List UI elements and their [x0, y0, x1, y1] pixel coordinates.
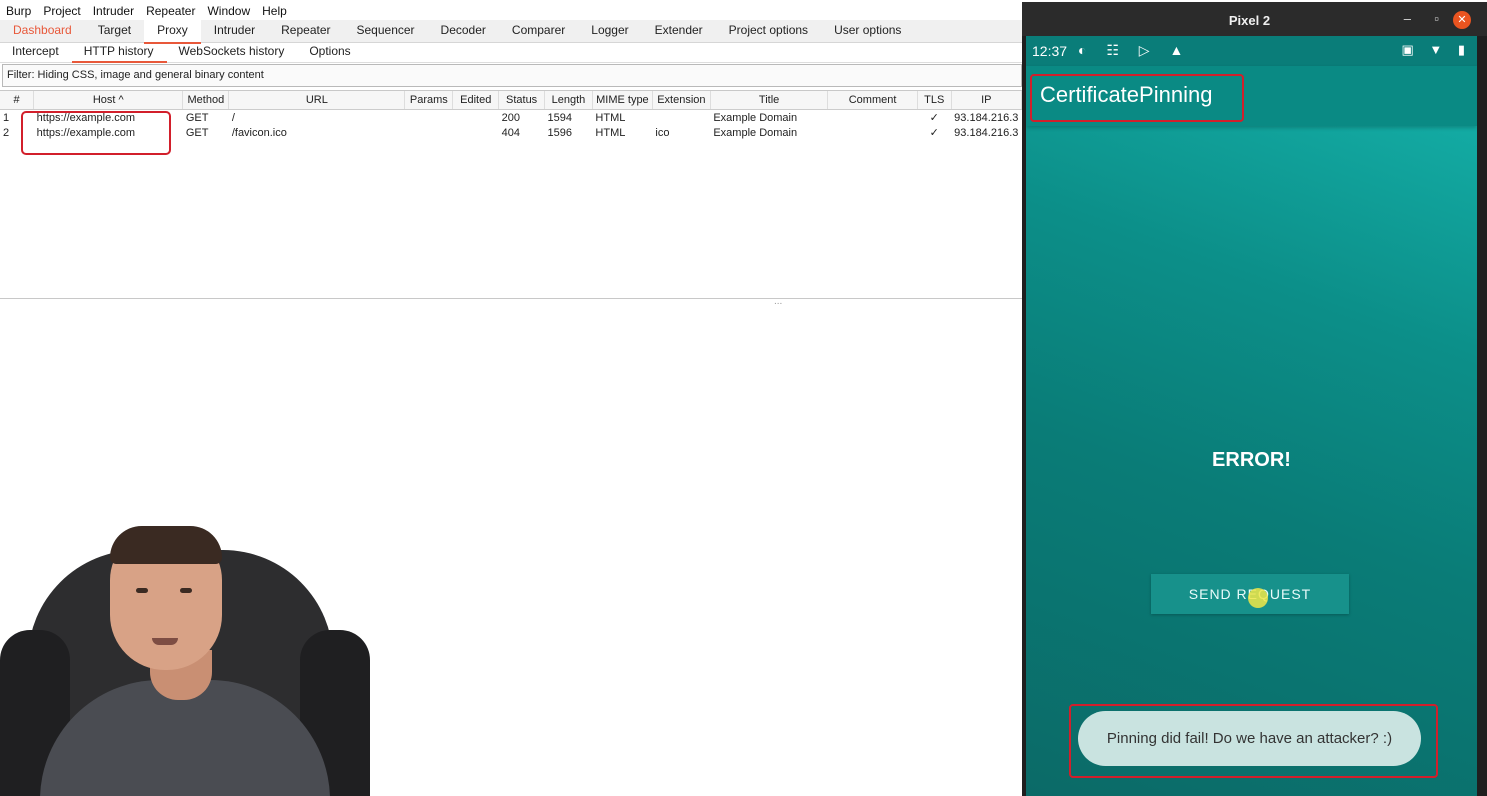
cell-url: /	[231, 111, 235, 124]
cell-title: Example Domain	[713, 126, 798, 139]
tab-proxy[interactable]: Proxy	[144, 20, 201, 44]
col-header-tls[interactable]: TLS	[917, 91, 952, 110]
proxy-sub-tab-bar: Intercept HTTP history WebSockets histor…	[0, 42, 1022, 63]
subtab-options[interactable]: Options	[297, 42, 363, 61]
cell-length: 1594	[547, 111, 573, 124]
cell-method: GET	[185, 111, 209, 124]
col-header-extension[interactable]: Extension	[652, 91, 711, 110]
tab-intruder[interactable]: Intruder	[201, 20, 268, 42]
menu-burp[interactable]: Burp	[0, 2, 37, 20]
cell-comment	[828, 110, 917, 126]
col-header-url[interactable]: URL	[228, 91, 406, 110]
tab-project-options[interactable]: Project options	[716, 20, 821, 42]
presenter-eye-right	[180, 588, 192, 593]
menu-help[interactable]: Help	[256, 2, 293, 20]
emulator-title-bar: Pixel 2 – ▫ ✕	[1022, 2, 1487, 36]
close-icon[interactable]: ✕	[1453, 11, 1471, 29]
filter-bar[interactable]: Filter: Hiding CSS, image and general bi…	[2, 64, 1022, 87]
tab-user-options[interactable]: User options	[821, 20, 914, 42]
cell-ip: 93.184.216.3	[954, 126, 1019, 139]
cell-ip: 93.184.216.3	[954, 111, 1019, 124]
presenter-eye-left	[136, 588, 148, 593]
cell-params	[405, 110, 453, 126]
main-tab-bar: Dashboard Target Proxy Intruder Repeater…	[0, 20, 1022, 44]
error-message: ERROR!	[1212, 449, 1291, 471]
mouse-cursor-highlight	[1248, 588, 1268, 608]
col-header-title[interactable]: Title	[710, 91, 829, 110]
cell-params	[405, 125, 453, 140]
minimize-icon[interactable]: –	[1404, 11, 1411, 26]
menu-bar: Burp Project Intruder Repeater Window He…	[0, 2, 293, 20]
tab-comparer[interactable]: Comparer	[499, 20, 578, 42]
col-header-ip[interactable]: IP	[951, 91, 1023, 110]
subtab-websockets-history[interactable]: WebSockets history	[167, 42, 298, 61]
cell-url: /favicon.ico	[231, 126, 287, 139]
cell-status: 200	[501, 111, 521, 124]
cell-tls: ✓	[929, 127, 939, 139]
presenter-hair	[110, 526, 222, 564]
cell-edited	[453, 110, 499, 126]
col-header-params[interactable]: Params	[404, 91, 454, 110]
col-header-comment[interactable]: Comment	[827, 91, 918, 110]
cell-tls: ✓	[929, 112, 939, 124]
cell-mime-type: HTML	[595, 111, 626, 124]
presenter-mouth	[152, 638, 178, 645]
filter-text: Filter: Hiding CSS, image and general bi…	[7, 69, 264, 81]
table-header: # Host ^ Method URL Params Edited Status…	[0, 91, 1023, 110]
android-status-bar: 12:37 ◐ ☷ ▷ ▲ ▣ ▼ ▮	[1026, 36, 1477, 66]
menu-window[interactable]: Window	[201, 2, 256, 20]
tab-decoder[interactable]: Decoder	[428, 20, 499, 42]
phone-screen: 12:37 ◐ ☷ ▷ ▲ ▣ ▼ ▮ CertificatePinning E…	[1026, 36, 1477, 796]
cell-method: GET	[185, 126, 209, 139]
toast-highlight-box	[1069, 704, 1438, 778]
menu-repeater[interactable]: Repeater	[140, 2, 201, 20]
col-header-status[interactable]: Status	[498, 91, 546, 110]
menu-intruder[interactable]: Intruder	[87, 2, 140, 20]
col-header-method[interactable]: Method	[182, 91, 230, 110]
cell-title: Example Domain	[713, 111, 798, 124]
col-header-length[interactable]: Length	[544, 91, 593, 110]
tab-dashboard[interactable]: Dashboard	[0, 20, 85, 42]
tab-extender[interactable]: Extender	[642, 20, 716, 42]
cell-extension: ico	[655, 126, 670, 139]
tab-logger[interactable]: Logger	[578, 20, 641, 42]
notification-icons: ◐ ☷ ▷ ▲	[1078, 42, 1192, 58]
app-title-highlight-box	[1030, 74, 1244, 122]
col-header-edited[interactable]: Edited	[452, 91, 500, 110]
menu-project[interactable]: Project	[37, 2, 86, 20]
tab-repeater[interactable]: Repeater	[268, 20, 343, 42]
col-header-mime-type[interactable]: MIME type	[592, 91, 653, 110]
col-header-number[interactable]: #	[0, 91, 35, 110]
subtab-intercept[interactable]: Intercept	[0, 42, 72, 61]
cell-edited	[453, 125, 499, 140]
col-header-host[interactable]: Host ^	[33, 91, 184, 110]
host-highlight-box	[21, 111, 171, 155]
pane-splitter-handle[interactable]: ...	[774, 296, 782, 307]
maximize-icon[interactable]: ▫	[1434, 11, 1439, 26]
android-emulator-window: Pixel 2 – ▫ ✕ 12:37 ◐ ☷ ▷ ▲ ▣ ▼ ▮ Certif…	[1022, 2, 1487, 796]
status-time: 12:37	[1032, 43, 1068, 59]
cell-comment	[828, 125, 917, 140]
subtab-http-history[interactable]: HTTP history	[71, 42, 167, 63]
system-status-icons: ▣ ▼ ▮	[1401, 42, 1471, 57]
cell-status: 404	[501, 126, 521, 139]
tab-target[interactable]: Target	[85, 20, 144, 42]
cell-extension	[652, 110, 710, 126]
cell-mime-type: HTML	[595, 126, 626, 139]
tab-sequencer[interactable]: Sequencer	[344, 20, 428, 42]
cell-length: 1596	[547, 126, 573, 139]
presenter-webcam	[0, 510, 372, 796]
